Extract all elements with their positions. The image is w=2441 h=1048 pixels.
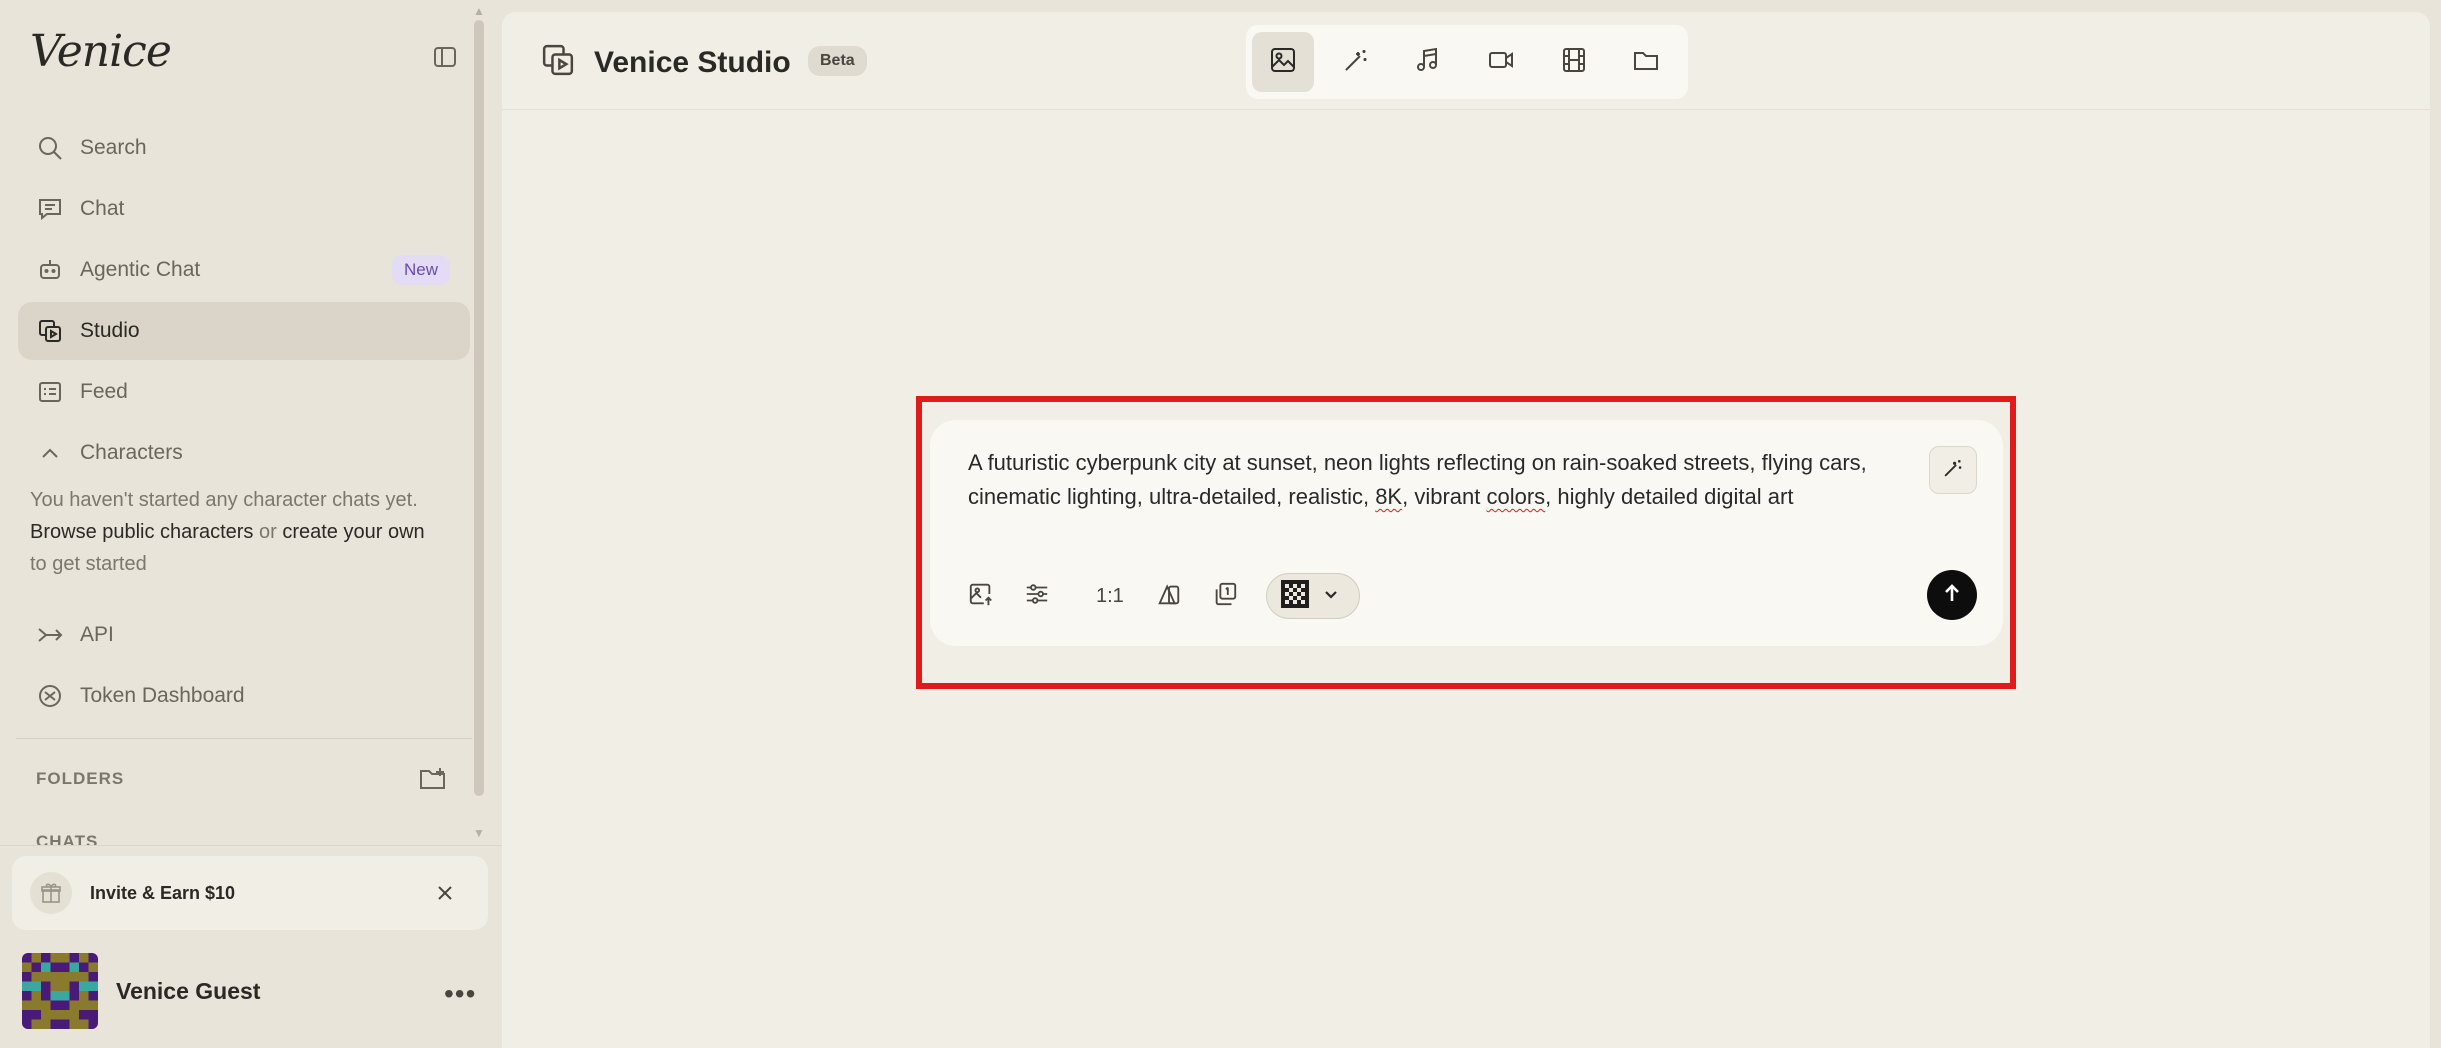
scroll-up-icon[interactable]: ▲	[473, 4, 485, 18]
shapes-icon	[1156, 581, 1182, 612]
sidebar-toggle-icon[interactable]	[432, 44, 458, 70]
image-icon	[1269, 46, 1297, 79]
studio-header: Venice Studio Beta	[502, 12, 2430, 110]
avatar	[22, 953, 98, 1029]
browse-characters-link[interactable]: Browse public characters	[30, 521, 253, 543]
sidebar-item-label: API	[80, 623, 114, 646]
chat-icon	[36, 195, 64, 223]
sidebar-item-label: Characters	[80, 441, 183, 464]
prompt-input[interactable]: A futuristic cyberpunk city at sunset, n…	[968, 446, 1918, 514]
upload-image-button[interactable]	[966, 581, 996, 611]
prompt-toolbar: 1:1	[966, 572, 1360, 620]
prompt-composer: A futuristic cyberpunk city at sunset, n…	[930, 420, 2003, 646]
robot-icon	[36, 256, 64, 284]
arrow-up-icon	[1940, 581, 1964, 610]
venice-logo[interactable]: Venice	[30, 26, 172, 77]
feed-icon	[36, 378, 64, 406]
chevron-down-icon	[1321, 584, 1341, 609]
sidebar-item-api[interactable]: API	[18, 606, 470, 664]
sidebar-item-label: Search	[80, 136, 147, 159]
spellcheck-word: colors	[1486, 484, 1546, 509]
create-character-link[interactable]: create your own	[282, 521, 424, 543]
chevron-up-icon	[36, 439, 64, 467]
music-icon	[1414, 46, 1442, 79]
invite-banner[interactable]: Invite & Earn $10	[12, 856, 488, 930]
tab-library[interactable]	[1615, 32, 1677, 92]
user-profile[interactable]: Venice Guest	[22, 953, 260, 1029]
prompt-text-part: , highly detailed digital art	[1545, 484, 1794, 509]
model-pattern-icon	[1280, 579, 1309, 613]
tab-film[interactable]	[1543, 32, 1605, 92]
sidebar-item-agentic-chat[interactable]: Agentic Chat New	[18, 241, 470, 299]
studio-icon	[540, 42, 576, 78]
folders-heading: FOLDERS	[36, 769, 125, 788]
new-badge: New	[391, 255, 450, 285]
search-icon	[36, 134, 64, 162]
sidebar-item-label: Token Dashboard	[80, 684, 245, 707]
sidebar-item-label: Feed	[80, 380, 128, 403]
tab-enhance[interactable]	[1325, 32, 1387, 92]
close-icon[interactable]	[432, 880, 458, 906]
sliders-icon	[1024, 581, 1050, 612]
sidebar-item-token-dashboard[interactable]: Token Dashboard	[18, 667, 470, 725]
prompt-text-part: , vibrant	[1402, 484, 1487, 509]
variants-button[interactable]	[1210, 581, 1240, 611]
sidebar-scroll-thumb[interactable]	[474, 20, 484, 796]
sidebar-item-chat[interactable]: Chat	[18, 180, 470, 238]
magic-wand-icon	[1942, 457, 1964, 484]
invite-text: Invite & Earn $10	[90, 882, 236, 903]
tab-image[interactable]	[1252, 32, 1314, 92]
page-title: Venice Studio	[594, 46, 791, 79]
more-options-icon[interactable]: •••	[444, 978, 476, 1010]
spellcheck-word: 8K	[1375, 484, 1403, 509]
settings-button[interactable]	[1022, 581, 1052, 611]
video-camera-icon	[1487, 46, 1515, 79]
studio-mode-tabs	[1246, 25, 1688, 99]
copies-icon	[1212, 581, 1238, 612]
send-button[interactable]	[1927, 570, 1977, 620]
safe-mode-button[interactable]	[1154, 581, 1184, 611]
sidebar-item-feed[interactable]: Feed	[18, 363, 470, 421]
token-icon	[36, 682, 64, 710]
or-text: or	[253, 521, 283, 543]
sidebar-item-label: Chat	[80, 197, 125, 220]
sidebar-item-studio[interactable]: Studio	[18, 302, 470, 360]
beta-badge: Beta	[808, 46, 867, 76]
sidebar-item-search[interactable]: Search	[18, 119, 470, 177]
magic-wand-icon	[1342, 46, 1370, 79]
folder-icon	[1632, 46, 1660, 79]
aspect-ratio-button[interactable]: 1:1	[1096, 585, 1124, 608]
user-name: Venice Guest	[116, 977, 261, 1004]
scroll-down-icon[interactable]: ▼	[473, 826, 485, 840]
enhance-prompt-button[interactable]	[1929, 446, 1977, 494]
studio-icon	[36, 317, 64, 345]
model-selector[interactable]	[1265, 573, 1360, 619]
api-arrow-icon	[36, 621, 64, 649]
sidebar-item-label: Agentic Chat	[80, 258, 201, 281]
app-window: Venice Search Chat Agentic Chat New Stud…	[0, 0, 2441, 1048]
film-icon	[1560, 46, 1588, 79]
add-folder-icon[interactable]	[418, 765, 448, 793]
sidebar-item-label: Studio	[80, 319, 140, 342]
tab-music[interactable]	[1397, 32, 1459, 92]
to-get-started-text: to get started	[30, 553, 147, 575]
tab-video[interactable]	[1470, 32, 1532, 92]
gift-icon	[30, 872, 72, 914]
characters-empty-state: You haven't started any character chats …	[30, 484, 470, 580]
sidebar-divider	[16, 738, 472, 739]
sidebar-item-characters[interactable]: Characters	[18, 424, 470, 482]
image-upload-icon	[968, 581, 994, 612]
empty-message: You haven't started any character chats …	[30, 489, 418, 511]
sidebar: Venice Search Chat Agentic Chat New Stud…	[0, 0, 502, 1048]
